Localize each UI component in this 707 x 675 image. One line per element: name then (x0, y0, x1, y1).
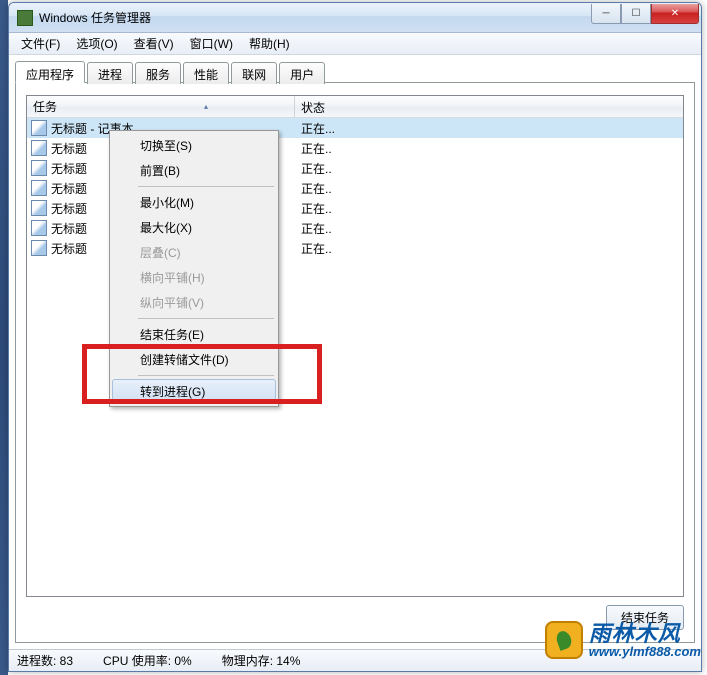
task-status: 正在.. (295, 240, 332, 257)
watermark-name: 雨林木风 (589, 623, 701, 645)
notepad-icon (31, 140, 47, 156)
task-name: 无标题 (51, 220, 87, 237)
tab-services[interactable]: 服务 (135, 62, 181, 84)
menu-file[interactable]: 文件(F) (13, 33, 68, 54)
ctx-maximize[interactable]: 最大化(X) (112, 215, 276, 240)
task-status: 正在.. (295, 200, 332, 217)
task-name: 无标题 (51, 240, 87, 257)
status-processes: 进程数: 83 (17, 652, 73, 669)
list-header: 任务 ▴ 状态 (27, 96, 683, 118)
task-name: 无标题 (51, 140, 87, 157)
ctx-bring-front[interactable]: 前置(B) (112, 158, 276, 183)
column-task[interactable]: 任务 ▴ (27, 96, 295, 117)
task-status: 正在.. (295, 140, 332, 157)
close-button[interactable]: ✕ (651, 4, 699, 24)
task-name: 无标题 (51, 160, 87, 177)
column-task-label: 任务 (33, 98, 57, 115)
sort-indicator-icon: ▴ (204, 102, 288, 111)
ctx-tile-v: 纵向平铺(V) (112, 290, 276, 315)
watermark: 雨林木风 www.ylmf888.com (545, 621, 701, 659)
notepad-icon (31, 240, 47, 256)
ctx-tile-h: 横向平铺(H) (112, 265, 276, 290)
notepad-icon (31, 120, 47, 136)
ctx-switch-to[interactable]: 切换至(S) (112, 133, 276, 158)
menubar: 文件(F) 选项(O) 查看(V) 窗口(W) 帮助(H) (9, 33, 701, 55)
ctx-minimize[interactable]: 最小化(M) (112, 190, 276, 215)
tab-applications[interactable]: 应用程序 (15, 61, 85, 83)
tab-networking[interactable]: 联网 (231, 62, 277, 84)
ctx-end-task[interactable]: 结束任务(E) (112, 322, 276, 347)
task-name: 无标题 (51, 180, 87, 197)
ctx-go-to-process[interactable]: 转到进程(G) (112, 379, 276, 404)
ctx-cascade: 层叠(C) (112, 240, 276, 265)
tab-processes[interactable]: 进程 (87, 62, 133, 84)
ctx-create-dump[interactable]: 创建转储文件(D) (112, 347, 276, 372)
status-memory: 物理内存: 14% (222, 652, 301, 669)
menu-help[interactable]: 帮助(H) (241, 33, 298, 54)
menu-options[interactable]: 选项(O) (68, 33, 125, 54)
task-name: 无标题 (51, 200, 87, 217)
separator (138, 375, 274, 376)
menu-windows[interactable]: 窗口(W) (182, 33, 241, 54)
window-title: Windows 任务管理器 (39, 9, 591, 26)
notepad-icon (31, 180, 47, 196)
watermark-logo-icon (545, 621, 583, 659)
notepad-icon (31, 220, 47, 236)
separator (138, 186, 274, 187)
task-status: 正在.. (295, 160, 332, 177)
tab-strip: 应用程序 进程 服务 性能 联网 用户 (15, 61, 695, 83)
menu-view[interactable]: 查看(V) (126, 33, 182, 54)
task-status: 正在.. (295, 180, 332, 197)
task-status: 正在... (295, 120, 335, 137)
app-icon (17, 10, 33, 26)
separator (138, 318, 274, 319)
notepad-icon (31, 160, 47, 176)
titlebar[interactable]: Windows 任务管理器 ─ ☐ ✕ (9, 3, 701, 33)
watermark-url: www.ylmf888.com (589, 645, 701, 658)
minimize-button[interactable]: ─ (591, 4, 621, 24)
column-status[interactable]: 状态 (295, 96, 683, 117)
tab-users[interactable]: 用户 (279, 62, 325, 84)
context-menu: 切换至(S) 前置(B) 最小化(M) 最大化(X) 层叠(C) 横向平铺(H)… (109, 130, 279, 407)
tab-performance[interactable]: 性能 (183, 62, 229, 84)
maximize-button[interactable]: ☐ (621, 4, 651, 24)
status-cpu: CPU 使用率: 0% (103, 652, 192, 669)
notepad-icon (31, 200, 47, 216)
task-status: 正在.. (295, 220, 332, 237)
